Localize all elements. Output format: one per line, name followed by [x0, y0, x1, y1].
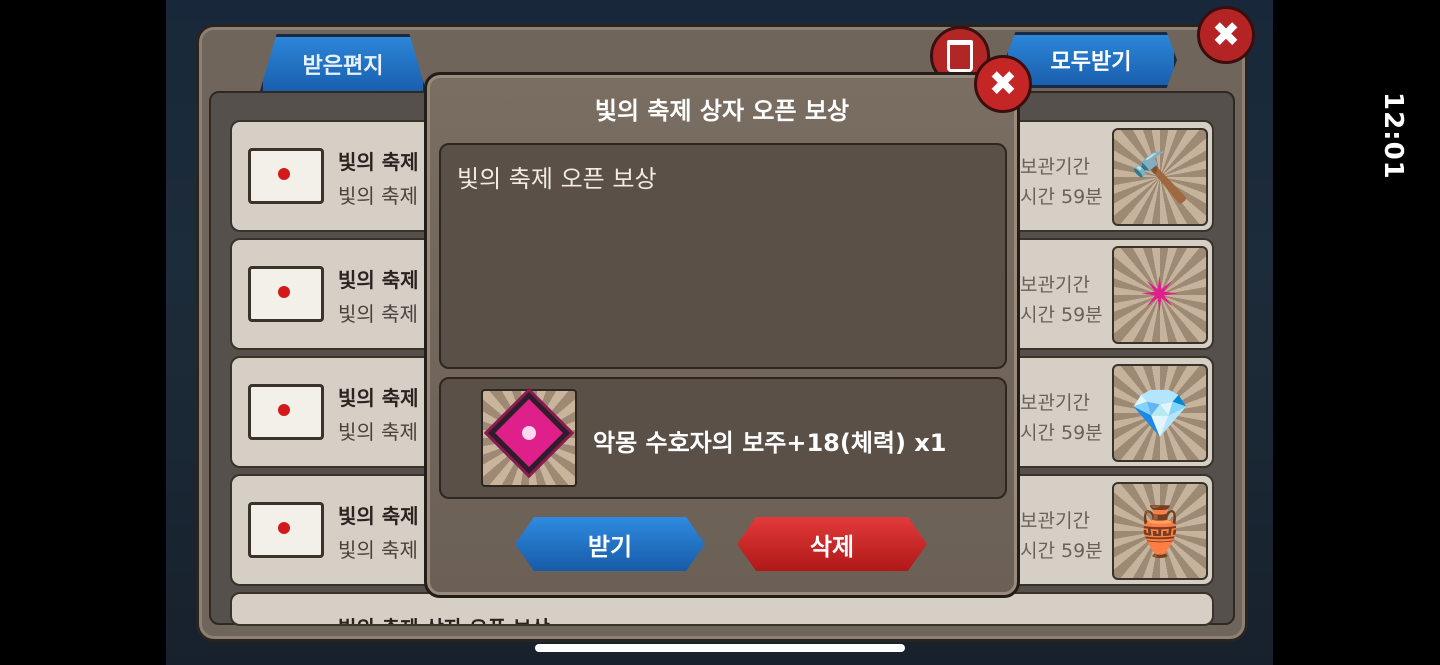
- mail-title: 빛의 축제: [338, 268, 419, 292]
- envelope-icon: [248, 502, 324, 558]
- envelope-icon: [248, 148, 324, 204]
- status-time: 12:01: [1378, 92, 1408, 180]
- message-text: 빛의 축제 오픈 보상: [457, 165, 657, 193]
- tab-received-mail[interactable]: 받은편지: [260, 34, 426, 91]
- item-thumbnail: 🏺: [1112, 482, 1208, 580]
- message-box: 빛의 축제 오픈 보상: [439, 143, 1007, 369]
- potion-icon: 🏺: [1130, 503, 1190, 560]
- mail-expire: 보관기간 시간 59분: [1020, 392, 1103, 444]
- mail-subtitle: 빛의 축제: [338, 302, 418, 326]
- shell-icon: 💎: [1130, 385, 1190, 442]
- home-indicator[interactable]: [535, 644, 905, 652]
- orb-icon: ✴: [1139, 267, 1181, 323]
- mail-subtitle: 빛의 축제: [338, 538, 418, 562]
- envelope-icon: [248, 384, 324, 440]
- item-thumbnail: 🔨: [1112, 128, 1208, 226]
- delete-button[interactable]: 삭제: [737, 517, 927, 571]
- mail-expire: 보관기간 시간 59분: [1020, 274, 1103, 326]
- mail-subtitle: 빛의 축제: [338, 184, 418, 208]
- reward-dialog: 빛의 축제 상자 오픈 보상 빛의 축제 오픈 보상 악몽 수호자의 보주+18…: [424, 72, 1020, 598]
- item-thumbnail: ✴: [1112, 246, 1208, 344]
- mailbox-close-button[interactable]: ✖: [1197, 6, 1255, 64]
- status-bar: [1273, 0, 1440, 665]
- reward-text: 악몽 수호자의 보주+18(체력) x1: [593, 429, 947, 457]
- gem-core: [522, 426, 536, 440]
- envelope-icon: [248, 266, 324, 322]
- close-icon: ✖: [1211, 15, 1241, 55]
- trash-icon: [947, 40, 973, 72]
- mail-title: 빛의 축제: [338, 504, 419, 528]
- orb-item-icon: [481, 389, 577, 487]
- mail-expire: 보관기간 시간 59분: [1020, 156, 1103, 208]
- mail-title: 빛의 축제: [338, 150, 419, 174]
- mail-subtitle: 빛의 축제: [338, 420, 418, 444]
- hammer-icon: 🔨: [1130, 149, 1190, 206]
- dialog-close-button[interactable]: ✖: [974, 55, 1032, 113]
- item-thumbnail: 💎: [1112, 364, 1208, 462]
- mail-title: 빛의 축제 상자 오픈 보상: [338, 612, 550, 624]
- mail-title: 빛의 축제: [338, 386, 419, 410]
- reward-box: 악몽 수호자의 보주+18(체력) x1: [439, 377, 1007, 499]
- mail-expire: 보관기간 시간 59분: [1020, 510, 1103, 562]
- receive-button[interactable]: 받기: [515, 517, 705, 571]
- close-icon: ✖: [988, 64, 1018, 104]
- dialog-title: 빛의 축제 상자 오픈 보상: [594, 97, 850, 125]
